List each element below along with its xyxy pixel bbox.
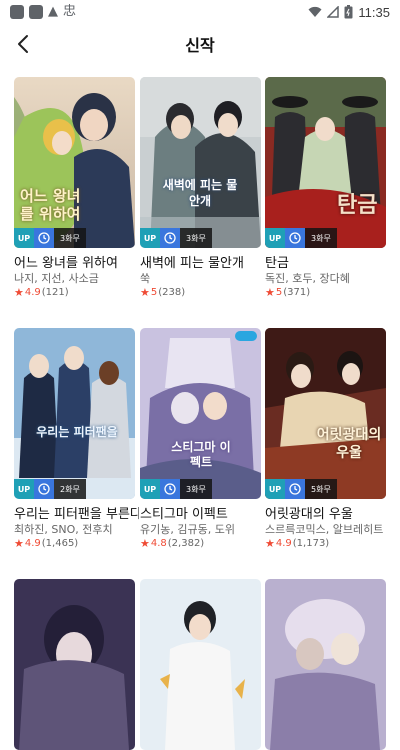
wait-free-badge	[160, 228, 180, 248]
rating: ★ 5 (371)	[265, 286, 310, 299]
webtoon-title: 스티그마 이펙트	[140, 507, 228, 522]
free-episodes-badge: 3화무	[180, 479, 212, 499]
cover-image	[14, 579, 135, 750]
clock-icon	[38, 232, 50, 244]
webtoon-title: 어느 왕녀를 위하여	[14, 256, 118, 271]
rating: ★ 4.9 (1,465)	[14, 537, 78, 550]
status-bar: ▲ 忠 11:35	[0, 0, 400, 24]
star-icon: ★	[265, 286, 275, 299]
webtoon-authors: 쑥	[140, 272, 151, 285]
free-episodes-badge: 2화무	[54, 479, 86, 499]
clock-icon	[164, 232, 176, 244]
rating-count: (1,465)	[41, 538, 79, 549]
badge-group: UP 5화무	[265, 479, 337, 499]
up-badge: UP	[265, 479, 285, 499]
badge-group: UP 2화무	[14, 479, 86, 499]
rating: ★ 5 (238)	[140, 286, 185, 299]
clock-icon	[164, 483, 176, 495]
cover-title-text: 어느 왕녀를 위하여	[20, 187, 81, 223]
free-episodes-badge: 3화무	[305, 228, 337, 248]
cover-title-text: 우리는 피터팬을	[36, 425, 118, 439]
webtoon-authors: 유기농, 김규동, 도위	[140, 523, 235, 536]
wait-free-badge	[160, 479, 180, 499]
badge-group: UP 3화무	[14, 228, 86, 248]
rating-count: (371)	[283, 287, 311, 298]
cover-image	[265, 579, 386, 750]
star-icon: ★	[140, 537, 150, 550]
app-notification-icon	[10, 5, 24, 19]
rating-score: 5	[150, 287, 158, 298]
status-icons-right: 11:35	[308, 5, 390, 20]
star-icon: ★	[265, 537, 275, 550]
rating-score: 5	[275, 287, 283, 298]
clock-icon	[289, 483, 301, 495]
free-episodes-badge: 3화무	[180, 228, 212, 248]
webtoon-authors: 최하진, SNO, 전후치	[14, 523, 113, 536]
rating: ★ 4.9 (1,173)	[265, 537, 329, 550]
webtoon-authors: 나지, 지선, 사소금	[14, 272, 99, 285]
cover-image: 어느 왕녀를 위하여 UP 3화무	[14, 77, 135, 248]
rating: ★ 4.9 (121)	[14, 286, 69, 299]
rating-count: (121)	[41, 287, 69, 298]
rating-score: 4.9	[275, 538, 292, 549]
cover-image: 스티그마 이펙트 UP 3화무	[140, 328, 261, 499]
free-episodes-badge: 5화무	[305, 479, 337, 499]
wait-free-badge	[34, 479, 54, 499]
webtoon-title: 어릿광대의 우울	[265, 507, 353, 522]
cover-image	[140, 579, 261, 750]
up-badge: UP	[14, 479, 34, 499]
up-badge: UP	[140, 228, 160, 248]
arrow-back-icon	[18, 35, 28, 53]
publisher-badge	[235, 331, 257, 341]
webtoon-authors: 스르륵코믹스, 알브레히트	[265, 523, 384, 536]
app-notification-icon	[29, 5, 43, 19]
badge-group: UP 3화무	[265, 228, 337, 248]
star-icon: ★	[140, 286, 150, 299]
app-bar: 신작	[0, 24, 400, 64]
wait-free-badge	[285, 228, 305, 248]
cover-image: 우리는 피터팬을 UP 2화무	[14, 328, 135, 499]
cover-title-text: 어릿광대의 우울	[316, 427, 382, 461]
signal-off-icon	[327, 6, 340, 18]
warning-icon: ▲	[48, 4, 58, 19]
rating-score: 4.9	[24, 287, 41, 298]
up-badge: UP	[140, 479, 160, 499]
clock-icon	[38, 483, 50, 495]
rating-count: (2,382)	[167, 538, 205, 549]
rating-score: 4.9	[24, 538, 41, 549]
star-icon: ★	[14, 537, 24, 550]
badge-group: UP 3화무	[140, 479, 212, 499]
clock-icon	[289, 232, 301, 244]
rating-score: 4.8	[150, 538, 167, 549]
back-button[interactable]	[8, 28, 40, 60]
cover-title-text: 탄금	[337, 193, 378, 218]
up-badge: UP	[14, 228, 34, 248]
carrier-icon: 忠	[63, 4, 77, 19]
status-icons-left: ▲ 忠	[10, 5, 76, 19]
rating: ★ 4.8 (2,382)	[140, 537, 204, 550]
rating-count: (238)	[158, 287, 186, 298]
webtoon-title: 탄금	[265, 256, 289, 271]
cover-image: 새벽에 피는 물안개 UP 3화무	[140, 77, 261, 248]
battery-icon	[344, 5, 353, 19]
wait-free-badge	[34, 228, 54, 248]
cover-image: 어릿광대의 우울 UP 5화무	[265, 328, 386, 499]
cover-image: 탄금 UP 3화무	[265, 77, 386, 248]
badge-group: UP 3화무	[140, 228, 212, 248]
webtoon-title: 우리는 피터팬을 부른다	[14, 507, 139, 522]
webtoon-authors: 독진, 호두, 장다혜	[265, 272, 350, 285]
clock-time: 11:35	[358, 4, 390, 20]
wait-free-badge	[285, 479, 305, 499]
webtoon-title: 새벽에 피는 물안개	[140, 256, 244, 271]
rating-count: (1,173)	[292, 538, 330, 549]
cover-title-text: 새벽에 피는 물안개	[162, 178, 238, 208]
page-title: 신작	[185, 36, 215, 55]
wifi-icon	[308, 6, 322, 17]
free-episodes-badge: 3화무	[54, 228, 86, 248]
up-badge: UP	[265, 228, 285, 248]
star-icon: ★	[14, 286, 24, 299]
cover-title-text: 스티그마 이펙트	[171, 440, 231, 469]
